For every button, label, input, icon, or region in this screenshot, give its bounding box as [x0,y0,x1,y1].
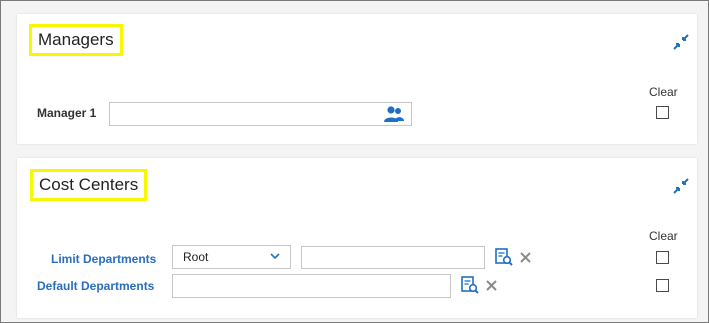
collapse-arrows-icon[interactable] [673,34,689,50]
managers-panel: Managers Clear Manager 1 [17,14,697,144]
limit-departments-clear-checkbox[interactable] [656,251,669,264]
document-search-icon[interactable] [495,248,513,266]
window-frame: Managers Clear Manager 1 Cost Centers Cl… [0,0,709,323]
cost-centers-panel: Cost Centers Clear Limit Departments Roo… [17,158,697,318]
manager1-clear-checkbox[interactable] [656,106,669,119]
document-search-icon[interactable] [461,276,479,294]
close-icon[interactable] [520,252,531,263]
manager1-input[interactable] [109,102,412,126]
cost-centers-clear-label: Clear [649,229,678,243]
cost-centers-title: Cost Centers [30,169,148,201]
default-departments-label[interactable]: Default Departments [37,279,154,293]
limit-departments-input[interactable] [301,246,485,269]
default-departments-input[interactable] [172,274,451,298]
collapse-arrows-icon[interactable] [673,178,689,194]
limit-departments-select[interactable]: Root [172,245,291,269]
manager1-label: Manager 1 [37,106,97,120]
managers-clear-label: Clear [649,85,678,99]
managers-title: Managers [29,24,123,56]
default-departments-clear-checkbox[interactable] [656,279,669,292]
close-icon[interactable] [486,280,497,291]
limit-departments-select-value: Root [183,250,209,264]
people-lookup-icon[interactable] [383,105,405,123]
limit-departments-label[interactable]: Limit Departments [51,252,156,266]
chevron-down-icon [270,253,280,260]
